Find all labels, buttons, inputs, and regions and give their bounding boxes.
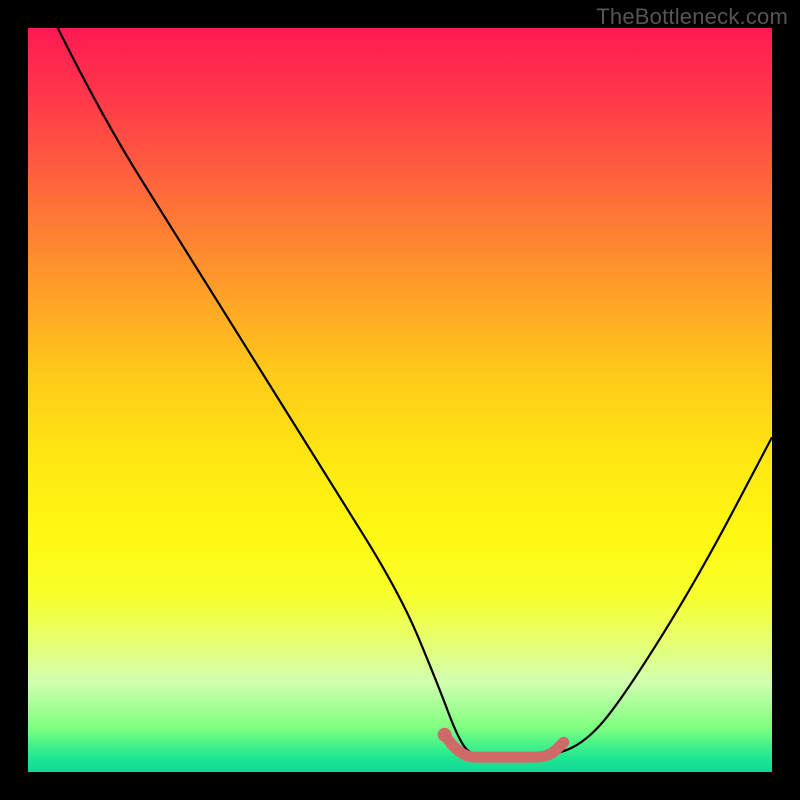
- watermark-text: TheBottleneck.com: [596, 4, 788, 30]
- highlight-segment-line: [445, 735, 564, 757]
- chart-plot-area: [28, 28, 772, 772]
- chart-svg: [28, 28, 772, 772]
- highlight-dot: [438, 728, 452, 742]
- bottleneck-curve-line: [58, 28, 772, 757]
